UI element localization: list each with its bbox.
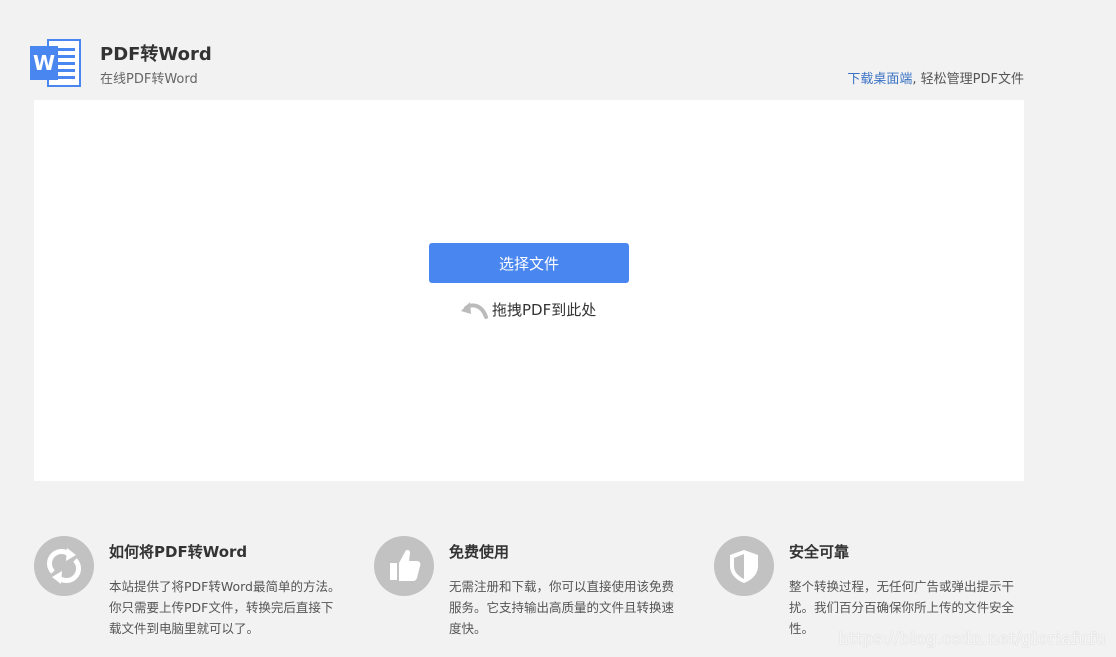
feature-description: 本站提供了将PDF转Word最简单的方法。你只需要上传PDF文件，转换完后直接下… <box>109 579 341 636</box>
logo-letter: W <box>33 51 55 75</box>
shield-icon <box>730 550 758 583</box>
feature-icon-circle <box>374 536 434 596</box>
feature-free: 免费使用 无需注册和下载，你可以直接使用该免费服务。它支持输出高质量的文件且转换… <box>374 536 694 646</box>
refresh-icon <box>47 548 81 584</box>
drag-arrow-icon <box>461 302 488 319</box>
desktop-promo-text: , 轻松管理PDF文件 <box>912 72 1024 87</box>
feature-title: 免费使用 <box>449 543 510 561</box>
feature-how-to: 如何将PDF转Word 本站提供了将PDF转Word最简单的方法。你只需要上传P… <box>34 536 354 646</box>
feature-title: 如何将PDF转Word <box>109 543 248 561</box>
download-desktop-link[interactable]: 下载桌面端 <box>847 72 912 87</box>
choose-file-button[interactable]: 选择文件 <box>429 243 629 283</box>
drag-hint-label: 拖拽PDF到此处 <box>492 301 597 319</box>
feature-icon-circle <box>714 536 774 596</box>
word-logo-icon: W <box>30 39 81 87</box>
feature-description: 无需注册和下载，你可以直接使用该免费服务。它支持输出高质量的文件且转换速度快。 <box>449 579 675 636</box>
watermark: https://blog.csdn.net/gloriafufu <box>837 629 1106 649</box>
upload-dropzone[interactable]: 选择文件 拖拽PDF到此处 <box>34 100 1024 481</box>
thumbs-up-icon <box>390 549 421 581</box>
feature-icon-circle <box>34 536 94 596</box>
page-header: W PDF转Word 在线PDF转Word 下载桌面端, 轻松管理PDF文件 <box>30 34 1024 94</box>
feature-title: 安全可靠 <box>789 543 850 561</box>
desktop-promo: 下载桌面端, 轻松管理PDF文件 <box>847 68 1024 87</box>
page-subtitle: 在线PDF转Word <box>100 72 198 87</box>
page-title: PDF转Word <box>100 44 212 65</box>
